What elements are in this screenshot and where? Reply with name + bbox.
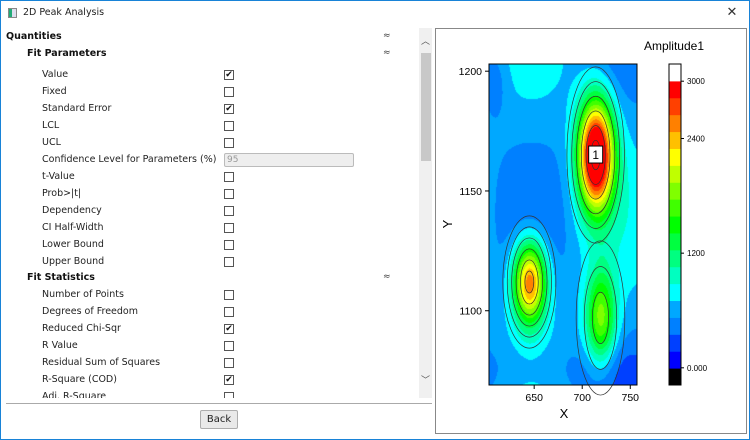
window-title: 2D Peak Analysis	[23, 7, 105, 18]
checkbox[interactable]	[224, 392, 234, 398]
option-label: t-Value	[42, 171, 75, 182]
option-label: Standard Error	[42, 103, 112, 114]
checkbox[interactable]: ✔	[224, 70, 234, 80]
option-label: CI Half-Width	[42, 222, 104, 233]
colorbar-segment	[669, 351, 681, 369]
option-label: Reduced Chi-Sqr	[42, 323, 121, 334]
colorbar-segment	[669, 249, 681, 268]
option-label: Prob>|t|	[42, 188, 82, 199]
colorbar-segment	[669, 148, 681, 166]
colorbar-segment	[669, 97, 681, 116]
option-label: Upper Bound	[42, 256, 105, 267]
checkbox[interactable]	[224, 121, 234, 131]
colorbar-tick-label: 1200	[687, 249, 705, 258]
colorbar-segment	[669, 300, 681, 318]
colorbar-segment	[669, 283, 681, 302]
confidence-level-input[interactable]: 95	[224, 153, 354, 167]
x-axis-label: X	[560, 406, 569, 421]
x-tick-label: 750	[622, 392, 640, 404]
option-label: Fixed	[42, 86, 67, 97]
colorbar: 0.000 1200 2400 3000	[668, 63, 708, 386]
collapse-icon[interactable]: ≈	[383, 48, 391, 58]
quantities-tree: Quantities ≈ Fit Parameters ≈ Value ✔ Fixed Sta…	[6, 28, 419, 398]
colorbar-segment	[669, 114, 681, 133]
title-bar: 2D Peak Analysis ✕	[1, 1, 749, 27]
collapse-icon[interactable]: ≈	[383, 272, 391, 282]
colorbar-title: Amplitude1	[644, 39, 704, 53]
checkbox[interactable]	[224, 257, 234, 267]
checkbox[interactable]	[224, 87, 234, 97]
colorbar-segment	[669, 80, 681, 99]
section-fit-parameters[interactable]: Fit Parameters	[27, 48, 106, 59]
contour-graph-panel: 1 650 700 750 1100 1150 1200 X Y Amplitude1 0…	[435, 28, 747, 434]
peak-marker-label: 1	[592, 148, 599, 162]
x-tick-label: 700	[573, 392, 591, 404]
option-label: Confidence Level for Parameters (%)	[42, 154, 217, 165]
close-icon[interactable]: ✕	[723, 4, 741, 22]
x-tick-label: 650	[525, 392, 543, 404]
checkbox[interactable]	[224, 138, 234, 148]
vertical-scrollbar[interactable]: ︿ ﹀	[419, 28, 432, 398]
option-label: LCL	[42, 120, 60, 131]
checkbox[interactable]	[224, 206, 234, 216]
section-fit-statistics[interactable]: Fit Statistics	[27, 272, 95, 283]
scrollbar-thumb[interactable]	[421, 53, 431, 161]
colorbar-segment	[669, 368, 681, 386]
colorbar-segment	[669, 216, 681, 234]
section-quantities[interactable]: Quantities	[6, 31, 62, 42]
option-label: Degrees of Freedom	[42, 306, 138, 317]
option-label: R-Square (COD)	[42, 374, 117, 385]
collapse-icon[interactable]: ≈	[383, 31, 391, 41]
checkbox[interactable]	[224, 358, 234, 368]
option-label: Residual Sum of Squares	[42, 357, 161, 368]
option-label: Dependency	[42, 205, 102, 216]
checkbox[interactable]	[224, 172, 234, 182]
colorbar-segment	[669, 64, 681, 82]
app-icon	[8, 8, 17, 18]
colorbar-tick-label: 0.000	[687, 364, 708, 373]
colorbar-segment	[669, 266, 681, 285]
scroll-down-icon[interactable]: ﹀	[419, 373, 432, 387]
option-label: Lower Bound	[42, 239, 104, 250]
y-tick-label: 1100	[459, 306, 482, 318]
colorbar-segment	[669, 232, 681, 251]
back-button[interactable]: Back	[200, 410, 238, 429]
colorbar-tick-label: 3000	[687, 77, 705, 86]
option-label: Number of Points	[42, 289, 124, 300]
checkbox[interactable]: ✔	[224, 104, 234, 114]
divider	[6, 403, 432, 404]
checkbox[interactable]: ✔	[224, 324, 234, 334]
colorbar-segment	[669, 334, 681, 352]
option-label: Adj. R-Square	[42, 391, 107, 398]
colorbar-segment	[669, 199, 681, 217]
checkbox[interactable]	[224, 290, 234, 300]
y-tick-label: 1200	[459, 66, 483, 78]
checkbox[interactable]	[224, 189, 234, 199]
checkbox[interactable]	[224, 341, 234, 351]
y-axis-label: Y	[440, 219, 455, 228]
contour-plot: 1 650 700 750 1100 1150 1200 X Y Amplitude1 0…	[440, 39, 708, 421]
colorbar-segment	[669, 165, 681, 183]
colorbar-segment	[669, 131, 681, 149]
checkbox[interactable]	[224, 307, 234, 317]
y-tick-label: 1150	[459, 186, 482, 198]
colorbar-segment	[669, 317, 681, 335]
option-label: Value	[42, 69, 69, 80]
scroll-up-icon[interactable]: ︿	[419, 34, 432, 48]
colorbar-tick-label: 2400	[687, 135, 705, 144]
option-label: UCL	[42, 137, 61, 148]
checkbox[interactable]	[224, 223, 234, 233]
checkbox[interactable]: ✔	[224, 375, 234, 385]
checkbox[interactable]	[224, 240, 234, 250]
option-label: R Value	[42, 340, 78, 351]
colorbar-segment	[669, 182, 681, 200]
